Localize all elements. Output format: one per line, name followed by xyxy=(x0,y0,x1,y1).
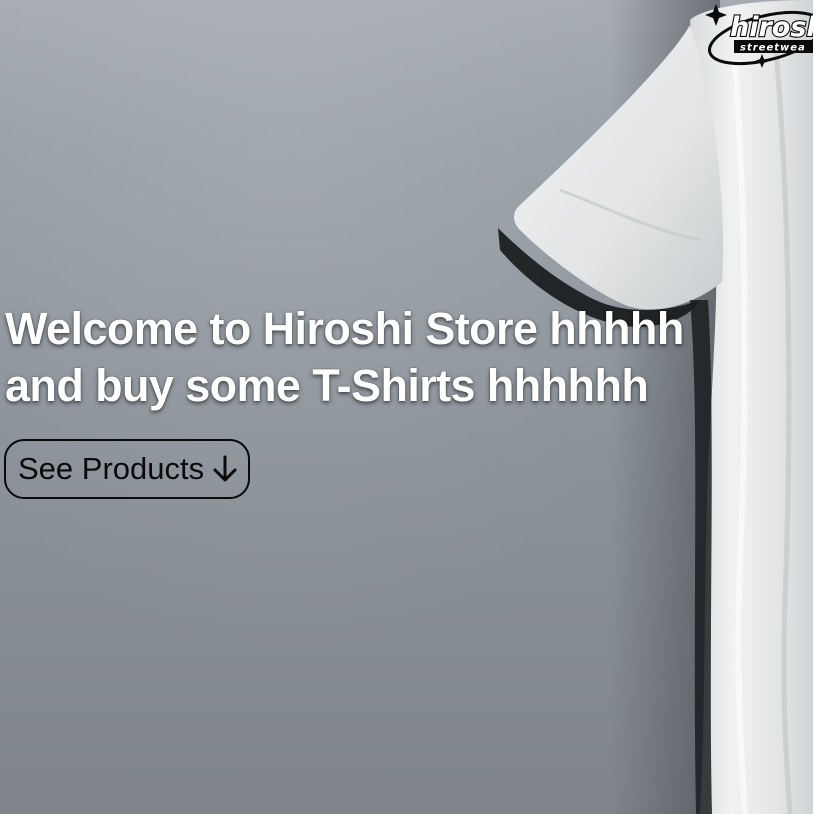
hero-title-line-1: Welcome to Hiroshi Store hhhhh xyxy=(5,303,684,354)
hero-title: Welcome to Hiroshi Store hhhhh and buy s… xyxy=(5,300,765,414)
see-products-label: See Products xyxy=(18,451,205,486)
see-products-button[interactable]: See Products xyxy=(4,439,251,499)
hero-section: hirosh streetwea Welcome to Hiroshi Stor… xyxy=(0,0,813,814)
logo-icon[interactable]: hirosh streetwea xyxy=(700,0,813,72)
hero-title-line-2: and buy some T-Shirts hhhhhh xyxy=(5,360,649,411)
logo-text: hirosh xyxy=(730,12,813,43)
arrow-down-icon xyxy=(212,454,238,484)
logo-subtext: streetwea xyxy=(740,43,806,54)
